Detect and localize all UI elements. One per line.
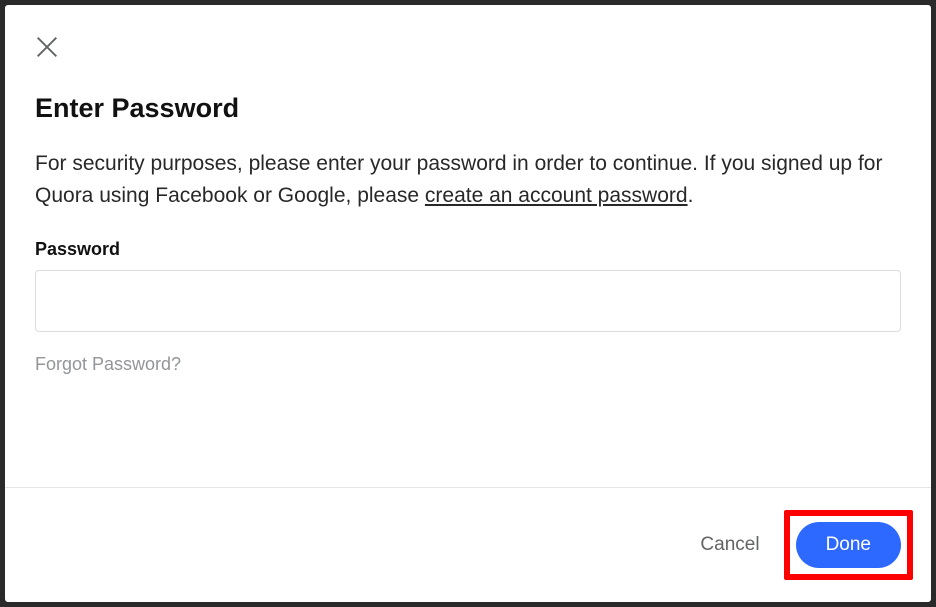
modal-description: For security purposes, please enter your… — [35, 148, 901, 211]
done-highlight-box: Done — [784, 510, 913, 580]
password-modal: Enter Password For security purposes, pl… — [0, 0, 936, 607]
password-label: Password — [35, 239, 901, 260]
forgot-password-link[interactable]: Forgot Password? — [35, 354, 181, 374]
modal-title: Enter Password — [35, 93, 901, 124]
create-password-link[interactable]: create an account password — [425, 184, 688, 207]
close-icon — [33, 48, 61, 65]
description-suffix: . — [688, 184, 694, 207]
password-input[interactable] — [35, 270, 901, 332]
cancel-button[interactable]: Cancel — [692, 530, 767, 560]
close-button[interactable] — [33, 33, 61, 61]
done-button[interactable]: Done — [796, 522, 901, 568]
modal-content: Enter Password For security purposes, pl… — [5, 5, 931, 487]
modal-footer: Cancel Done — [5, 487, 931, 602]
